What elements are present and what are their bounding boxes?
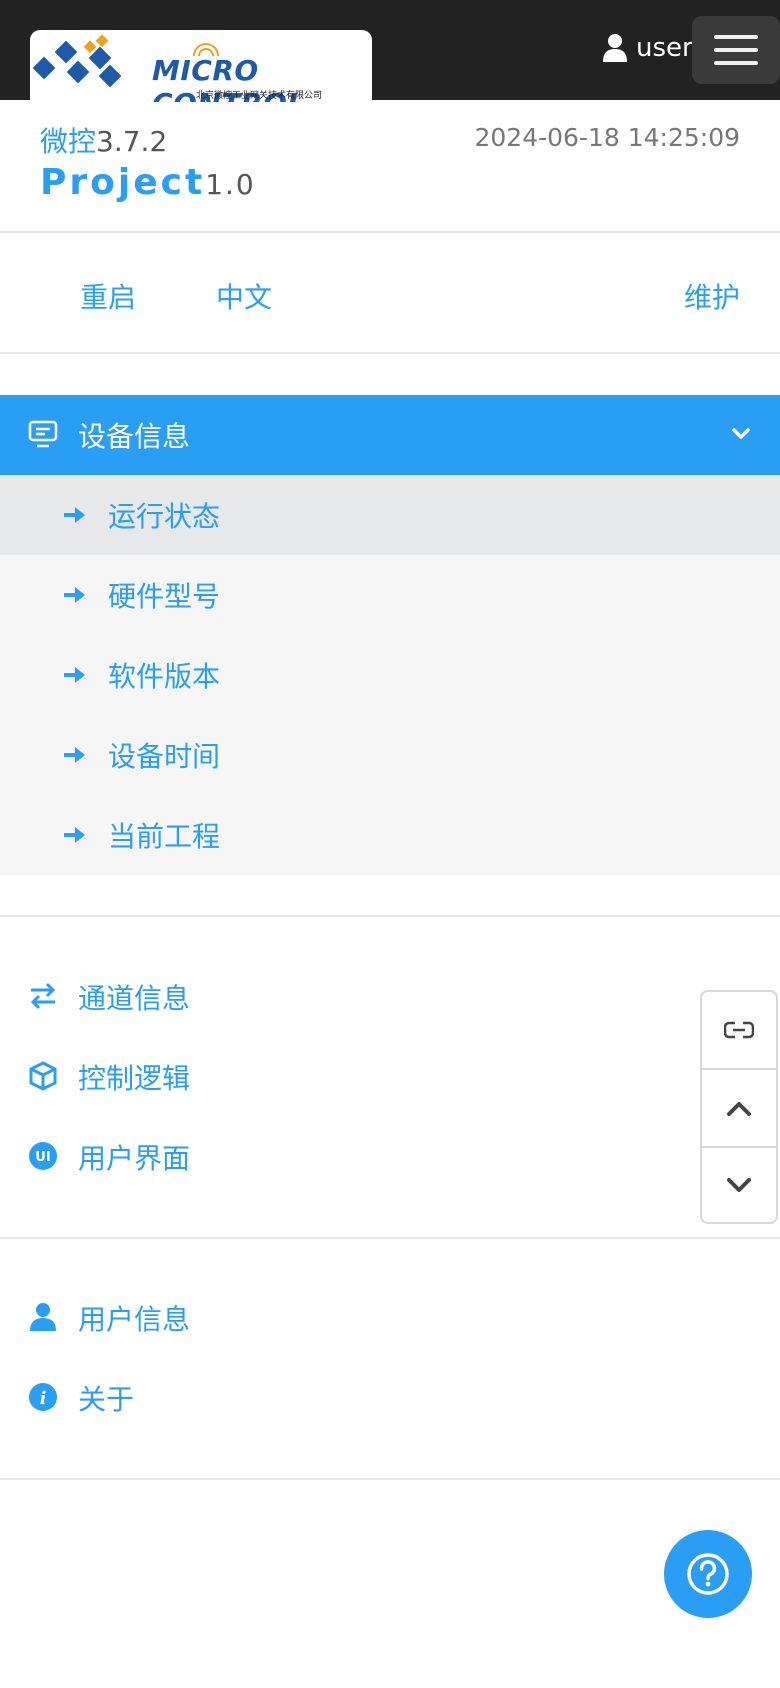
submenu-item-label: 设备时间 — [108, 740, 221, 773]
help-button[interactable] — [664, 1530, 752, 1618]
project-version: 1.0 — [205, 168, 256, 201]
brand-logo[interactable]: MICRO CONTROL 北京微控工业网关技术有限公司 — [30, 30, 372, 102]
hamburger-line — [714, 35, 758, 39]
divider — [0, 1237, 780, 1239]
link-icon — [724, 1021, 754, 1039]
cube-icon — [29, 1061, 57, 1091]
arrow-right-icon — [64, 747, 85, 763]
user-menu[interactable]: user — [602, 28, 693, 68]
submenu-item-label: 当前工程 — [108, 820, 221, 853]
arrow-right-icon — [64, 507, 85, 523]
divider — [0, 231, 780, 233]
menu-control-logic[interactable]: 控制逻辑 — [0, 1037, 690, 1117]
top-navbar: MICRO CONTROL 北京微控工业网关技术有限公司 user — [0, 0, 780, 102]
svg-text:UI: UI — [35, 1150, 50, 1165]
language-button[interactable]: 中文 — [216, 276, 272, 316]
chevron-down-icon — [732, 428, 750, 439]
info-icon: i — [29, 1383, 57, 1411]
side-toolbar — [700, 990, 778, 1224]
hamburger-line — [714, 61, 758, 65]
svg-text:i: i — [40, 1388, 47, 1409]
menu-device-info[interactable]: 设备信息 — [0, 395, 780, 475]
submenu-item-device-time[interactable]: 设备时间 — [0, 715, 780, 795]
arrow-right-icon — [64, 587, 85, 603]
monitor-chat-icon — [28, 420, 58, 448]
user-icon — [603, 34, 627, 62]
chevron-up-icon — [727, 1102, 751, 1116]
restart-button[interactable]: 重启 — [80, 276, 136, 316]
menu-item-label: 用户信息 — [78, 1303, 191, 1336]
menu-item-label: 控制逻辑 — [78, 1062, 191, 1095]
scroll-down-button[interactable] — [702, 1148, 776, 1224]
submenu-item-label: 运行状态 — [108, 500, 221, 533]
project-name: Project — [40, 162, 206, 203]
link-button[interactable] — [702, 992, 776, 1070]
menu-device-info-label: 设备信息 — [78, 420, 191, 453]
submenu-item-run-status[interactable]: 运行状态 — [0, 475, 780, 555]
device-datetime: 2024-06-18 14:25:09 — [474, 123, 740, 152]
submenu-item-current-project[interactable]: 当前工程 — [0, 795, 780, 875]
user-icon — [30, 1303, 56, 1331]
menu-user-interface[interactable]: UI 用户界面 — [0, 1117, 690, 1197]
submenu-item-software-version[interactable]: 软件版本 — [0, 635, 780, 715]
submenu-item-label: 软件版本 — [108, 660, 221, 693]
product-version: 微控3.7.2 — [40, 120, 167, 160]
arrow-right-icon — [64, 827, 85, 843]
submenu-item-hardware-model[interactable]: 硬件型号 — [0, 555, 780, 635]
menu-about[interactable]: i 关于 — [0, 1358, 690, 1438]
arrow-right-icon — [64, 667, 85, 683]
menu-item-label: 用户界面 — [78, 1142, 191, 1175]
project-info: Project1.0 — [40, 162, 256, 203]
logo-diamonds-icon — [32, 34, 122, 88]
maintenance-button[interactable]: 维护 — [684, 276, 740, 316]
menu-item-label: 通道信息 — [78, 982, 191, 1015]
ui-badge-icon: UI — [29, 1142, 57, 1170]
divider — [0, 915, 780, 917]
menu-user-info[interactable]: 用户信息 — [0, 1278, 690, 1358]
product-version-number: 3.7.2 — [96, 125, 168, 158]
chevron-down-icon — [727, 1178, 751, 1192]
submenu-item-label: 硬件型号 — [108, 580, 221, 613]
divider — [0, 1478, 780, 1480]
logo-subtitle: 北京微控工业网关技术有限公司 — [195, 91, 322, 101]
exchange-arrows-icon — [30, 982, 56, 1010]
menu-item-label: 关于 — [78, 1383, 135, 1416]
device-info-submenu: 运行状态 硬件型号 软件版本 设备时间 当前工程 — [0, 475, 780, 875]
question-icon — [687, 1553, 729, 1595]
scroll-up-button[interactable] — [702, 1070, 776, 1148]
menu-channel-info[interactable]: 通道信息 — [0, 957, 690, 1037]
hamburger-menu-button[interactable] — [692, 16, 780, 84]
divider — [0, 352, 780, 354]
username: user — [636, 33, 693, 63]
product-name: 微控 — [40, 125, 97, 158]
hamburger-line — [714, 48, 758, 52]
